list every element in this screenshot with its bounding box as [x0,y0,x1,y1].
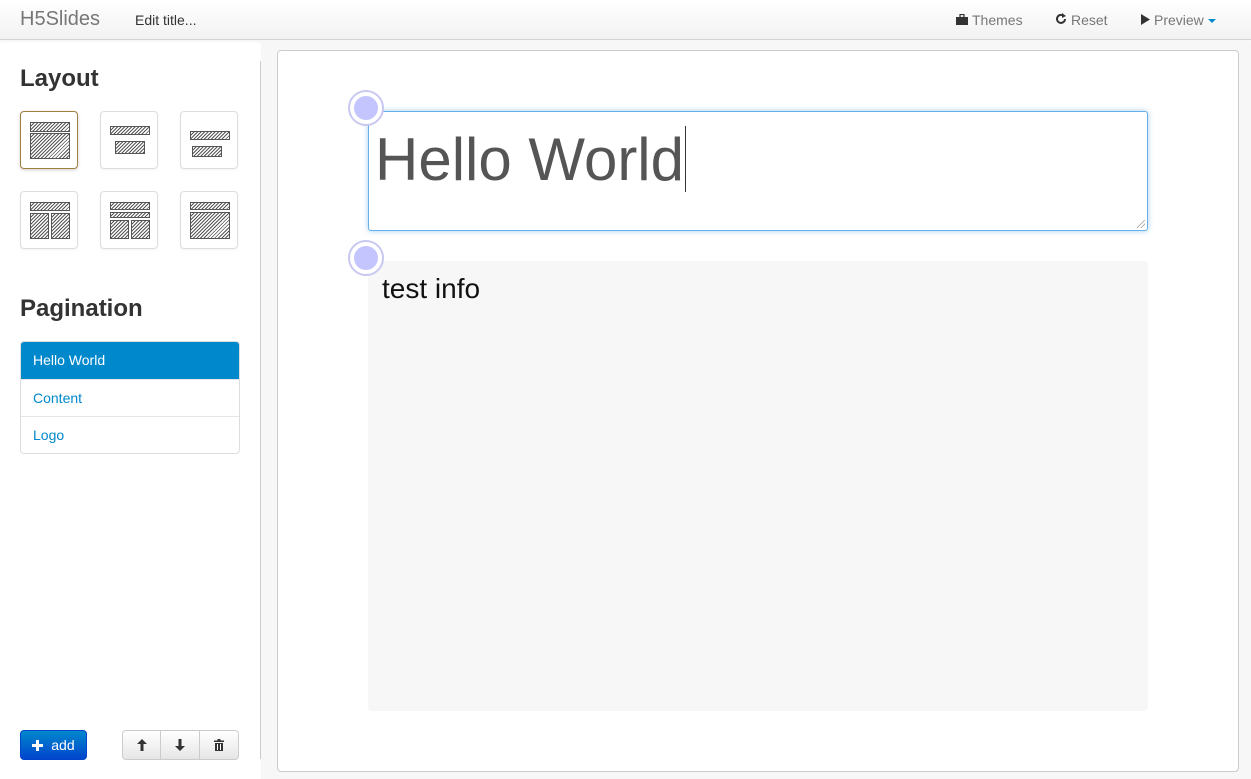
preview-label: Preview [1154,12,1204,28]
delete-page-button[interactable] [200,730,239,760]
sidebar: Layout Pagination Hello World Content Lo… [0,41,260,779]
page-item-logo[interactable]: Logo [21,416,239,453]
refresh-icon [1055,13,1067,28]
layout-preview-col-left [30,213,49,239]
layout-option-title-subtitle-alt[interactable] [180,111,238,169]
layout-preview-title [190,202,230,210]
layout-preview-title [110,202,150,210]
layout-option-title-subtitle[interactable] [100,111,158,169]
layout-heading: Layout [20,65,99,92]
reset-label: Reset [1071,12,1108,28]
edit-title-link[interactable]: Edit title... [135,12,196,28]
pagination-list: Hello World Content Logo [20,341,240,454]
layout-preview-body [30,133,70,159]
slide-title-input[interactable]: Hello World [368,111,1148,231]
play-icon [1140,13,1150,28]
move-down-button[interactable] [161,730,200,760]
slide-title-text: Hello World [375,126,686,194]
move-up-button[interactable] [122,730,161,760]
page-item-hello-world[interactable]: Hello World [21,342,239,379]
layout-option-title-wide-content[interactable] [180,191,238,249]
layout-preview-body [190,212,230,239]
text-cursor [685,126,686,192]
layout-preview-col-left [110,220,129,239]
trash-icon [214,737,224,753]
title-drag-handle[interactable] [348,90,384,126]
brand-logo[interactable]: H5Slides [20,8,100,31]
arrow-up-icon [136,737,147,753]
layout-preview-body [115,141,145,154]
preview-dropdown[interactable]: Preview [1140,12,1216,28]
add-page-button[interactable]: add [20,730,87,760]
layout-option-title-three-rows-two-columns[interactable] [100,191,158,249]
briefcase-icon [956,13,968,28]
layout-preview-title [110,126,150,135]
layout-preview-title [30,202,70,211]
layout-preview-subtitle [110,212,150,218]
layout-option-title-content[interactable] [20,111,78,169]
slide-content-text: test info [382,273,481,304]
layout-preview-title [190,131,230,140]
layout-preview-title [30,122,70,132]
layout-option-title-two-columns[interactable] [20,191,78,249]
caret-down-icon [1207,19,1216,24]
themes-menu[interactable]: Themes [956,12,1023,28]
add-label: add [51,737,75,753]
themes-label: Themes [972,12,1023,28]
pagination-heading: Pagination [20,295,143,322]
plus-icon [32,737,47,753]
page-actions-group [122,730,239,760]
reset-button[interactable]: Reset [1055,12,1108,28]
layout-preview-col-right [131,220,150,239]
page-item-content[interactable]: Content [21,379,239,416]
arrow-down-icon [175,737,185,753]
layout-preview-col-right [51,213,70,239]
slide-content-area[interactable]: test info [368,261,1148,711]
top-navbar: H5Slides Edit title... Themes Reset Prev… [0,0,1251,40]
resize-grip-icon[interactable] [1137,220,1145,228]
layout-preview-body [192,146,222,157]
content-drag-handle[interactable] [348,240,384,276]
slide-title-value: Hello World [375,126,684,193]
